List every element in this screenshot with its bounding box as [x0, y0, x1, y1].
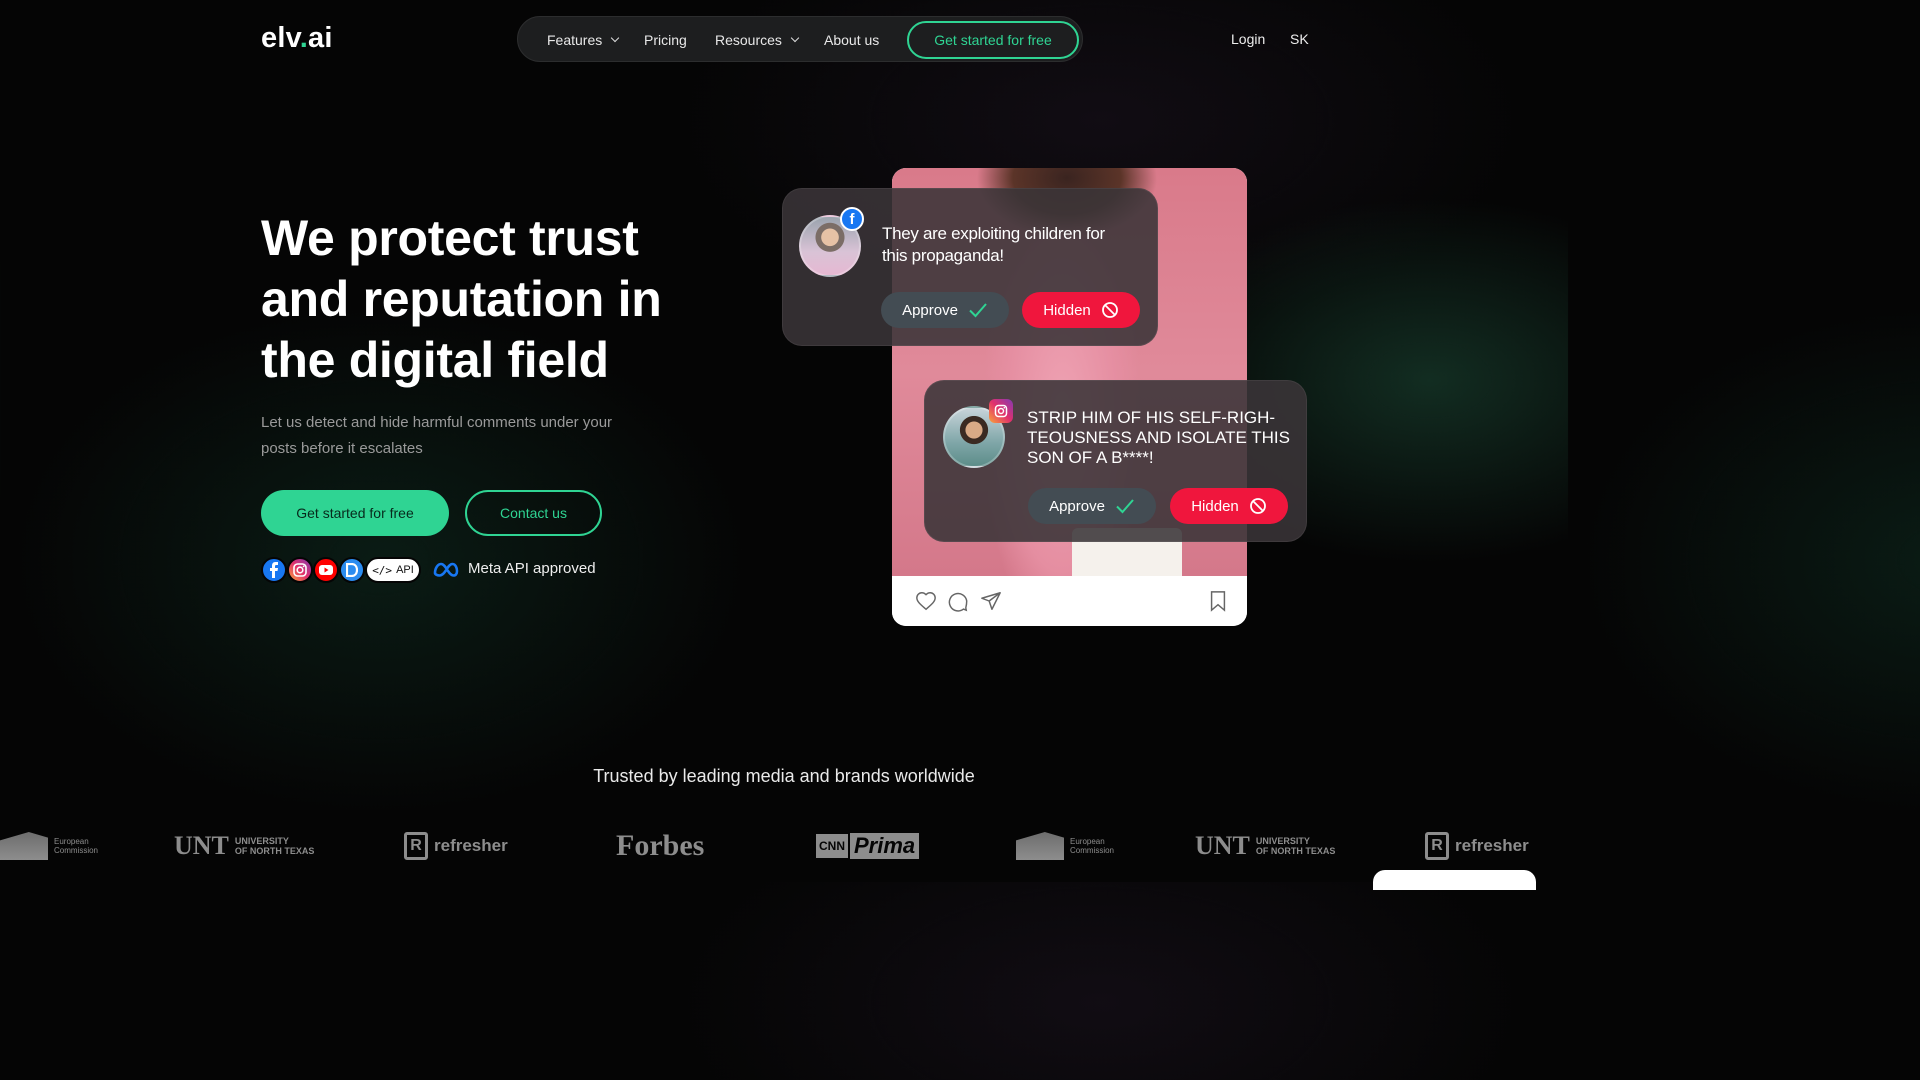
youtube-icon	[313, 557, 339, 583]
refresher-logo: Rrefresher	[1425, 826, 1529, 866]
floating-widget[interactable]	[1373, 870, 1536, 890]
comment-card-instagram: STRIP HIM OF HIS SELF-RIGH-TEOUSNESS AND…	[924, 380, 1307, 542]
d-icon	[339, 557, 365, 583]
instagram-icon	[989, 399, 1013, 423]
unt-logo: UNT UNIVERSITY OF NORTH TEXAS	[174, 831, 315, 860]
facebook-icon: f	[840, 207, 864, 231]
facebook-icon	[261, 557, 287, 583]
share-icon[interactable]	[980, 590, 1002, 612]
nav-features[interactable]: Features	[547, 17, 620, 63]
main-nav: Features Pricing Resources About us Get …	[517, 16, 1083, 62]
approve-button[interactable]: Approve	[1028, 488, 1156, 524]
logo-strip: European Commission UNT UNIVERSITY OF NORT…	[0, 826, 1568, 870]
nav-resources[interactable]: Resources	[715, 17, 800, 63]
hidden-button[interactable]: Hidden	[1170, 488, 1288, 524]
check-icon	[1116, 499, 1134, 514]
login-link[interactable]: Login	[1231, 31, 1265, 47]
nav-about-us[interactable]: About us	[824, 17, 879, 63]
contact-us-button[interactable]: Contact us	[465, 490, 602, 536]
post-action-bar	[892, 576, 1247, 626]
chevron-down-icon	[790, 33, 800, 43]
meta-api-badge: Meta API approved	[432, 560, 596, 577]
nav-pricing[interactable]: Pricing	[644, 17, 687, 63]
hidden-button[interactable]: Hidden	[1022, 292, 1140, 328]
nav-get-started-button[interactable]: Get started for free	[907, 21, 1079, 59]
comment-text: They are exploiting children for this pr…	[882, 224, 1105, 265]
refresher-logo: Rrefresher	[404, 826, 508, 866]
get-started-button[interactable]: Get started for free	[261, 490, 449, 536]
block-icon	[1249, 498, 1266, 514]
hero-title: We protect trust and reputation in the d…	[261, 210, 662, 388]
language-switch[interactable]: SK	[1290, 31, 1309, 47]
european-commission-logo: European Commission	[0, 826, 98, 866]
comment-card-facebook: f They are exploiting children for this …	[782, 188, 1158, 346]
european-commission-logo: European Commission	[1016, 826, 1114, 866]
hero-subtitle: Let us detect and hide harmful comments …	[261, 414, 613, 457]
comment-icon[interactable]	[947, 590, 969, 612]
comment-text: STRIP HIM OF HIS SELF-RIGH-TEOUSNESS AND…	[1027, 408, 1290, 467]
trusted-heading: Trusted by leading media and brands worl…	[593, 766, 975, 786]
cnn-prima-logo: CNN Prima	[816, 826, 920, 866]
meta-icon	[433, 562, 459, 577]
check-icon	[969, 303, 987, 318]
forbes-logo: Forbes	[616, 829, 705, 862]
approve-button[interactable]: Approve	[881, 292, 1009, 328]
bookmark-icon[interactable]	[1207, 590, 1229, 612]
instagram-icon	[287, 557, 313, 583]
logo[interactable]: elv.ai	[261, 22, 333, 55]
block-icon	[1101, 302, 1118, 318]
code-icon: </>	[372, 563, 393, 577]
heart-icon[interactable]	[915, 590, 937, 612]
api-badge: </> API	[365, 557, 421, 583]
chevron-down-icon	[611, 33, 620, 43]
unt-logo: UNT UNIVERSITY OF NORTH TEXAS	[1195, 831, 1336, 860]
platform-icons: </> API	[261, 557, 421, 583]
